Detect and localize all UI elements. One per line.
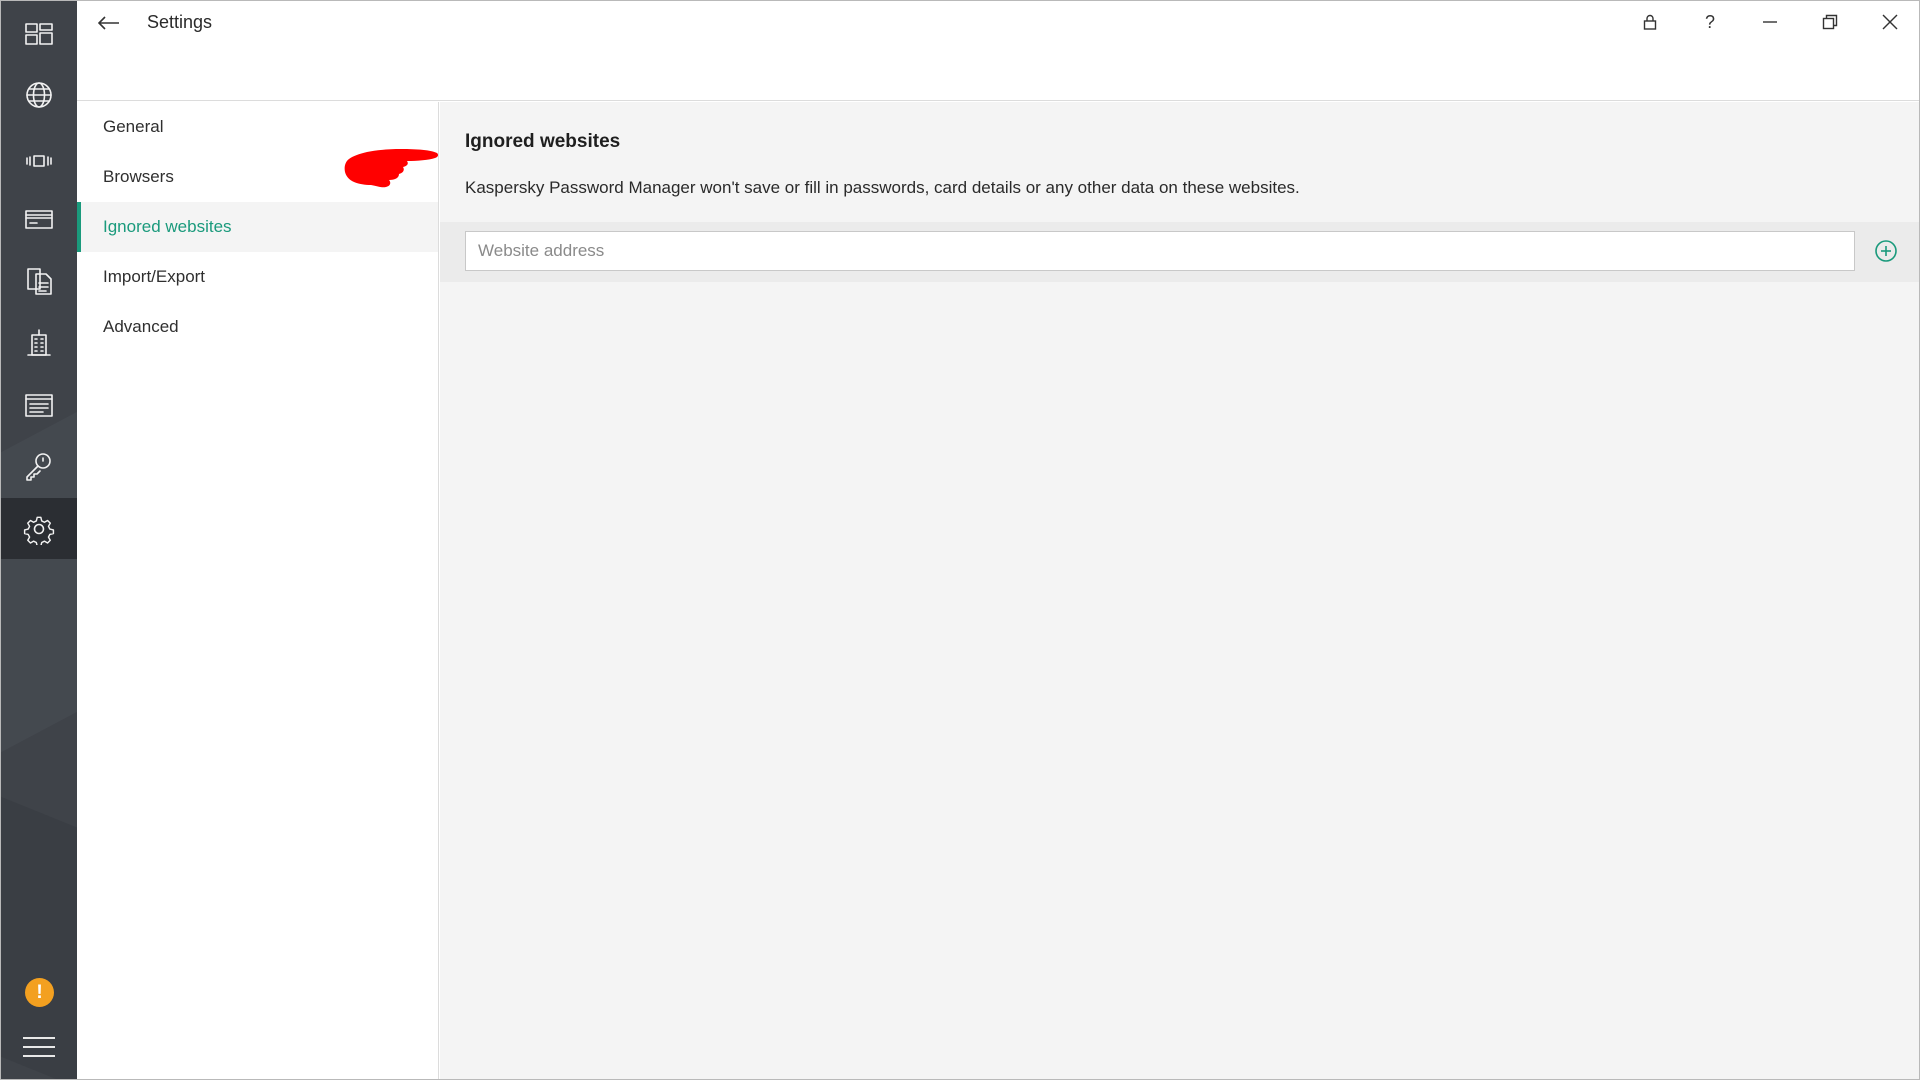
title-bar: Settings ? xyxy=(77,1,1919,101)
restore-button[interactable] xyxy=(1805,1,1855,43)
app-window: ! Settings ? General Browsers Ignored we… xyxy=(0,0,1920,1080)
rail-password-generator-button[interactable] xyxy=(1,435,77,496)
hamburger-menu-icon[interactable] xyxy=(23,1037,55,1061)
red-pointer-annotation-icon xyxy=(344,149,439,188)
rail-dashboard-button[interactable] xyxy=(1,3,77,64)
nav-item-label: Import/Export xyxy=(103,267,206,286)
applications-icon xyxy=(26,154,52,167)
nav-item-import-export[interactable]: Import/Export xyxy=(77,252,438,302)
back-arrow-icon xyxy=(98,16,119,30)
nav-item-ignored-websites[interactable]: Ignored websites xyxy=(77,202,438,252)
lock-icon xyxy=(1643,14,1657,30)
close-button[interactable] xyxy=(1865,1,1915,43)
restore-icon xyxy=(1822,14,1838,30)
rail-addresses-button[interactable] xyxy=(1,312,77,373)
back-button[interactable] xyxy=(91,7,127,39)
password-generator-icon xyxy=(26,452,51,481)
rail-bank-cards-button[interactable] xyxy=(1,188,77,249)
rail-applications-button[interactable] xyxy=(1,130,77,191)
globe-icon xyxy=(26,81,52,108)
nav-item-label: General xyxy=(103,117,164,136)
nav-item-advanced[interactable]: Advanced xyxy=(77,302,438,352)
rail-documents-button[interactable] xyxy=(1,250,77,311)
nav-item-label: Browsers xyxy=(103,167,174,186)
close-icon xyxy=(1882,14,1898,30)
nav-item-label: Advanced xyxy=(103,317,179,336)
add-website-button[interactable] xyxy=(1873,238,1899,264)
add-website-row xyxy=(440,222,1919,282)
window-title: Settings xyxy=(147,12,213,32)
nav-item-label: Ignored websites xyxy=(103,217,232,236)
rail-notes-button[interactable] xyxy=(1,374,77,435)
lock-button[interactable] xyxy=(1625,1,1675,43)
help-button[interactable]: ? xyxy=(1685,1,1735,43)
page-title: Ignored websites xyxy=(465,131,621,152)
dashboard-icon xyxy=(25,22,53,45)
addresses-icon xyxy=(27,328,51,356)
add-circle-icon xyxy=(1875,240,1897,262)
minimize-icon xyxy=(1763,21,1777,23)
documents-icon xyxy=(27,267,52,295)
rail-websites-button[interactable] xyxy=(1,64,77,125)
bank-card-icon xyxy=(25,209,53,229)
left-rail: ! xyxy=(1,1,77,1079)
settings-nav: General Browsers Ignored websites Import… xyxy=(77,102,439,1079)
website-address-input[interactable] xyxy=(465,231,1855,271)
notes-icon xyxy=(25,393,53,417)
help-icon: ? xyxy=(1704,11,1715,32)
ignored-websites-panel: Ignored websites Kaspersky Password Mana… xyxy=(440,102,1919,1079)
page-description: Kaspersky Password Manager won't save or… xyxy=(465,178,1300,197)
warning-badge-icon[interactable]: ! xyxy=(25,978,54,1007)
minimize-button[interactable] xyxy=(1745,1,1795,43)
rail-settings-button[interactable] xyxy=(1,498,77,559)
settings-gear-icon xyxy=(23,516,55,545)
